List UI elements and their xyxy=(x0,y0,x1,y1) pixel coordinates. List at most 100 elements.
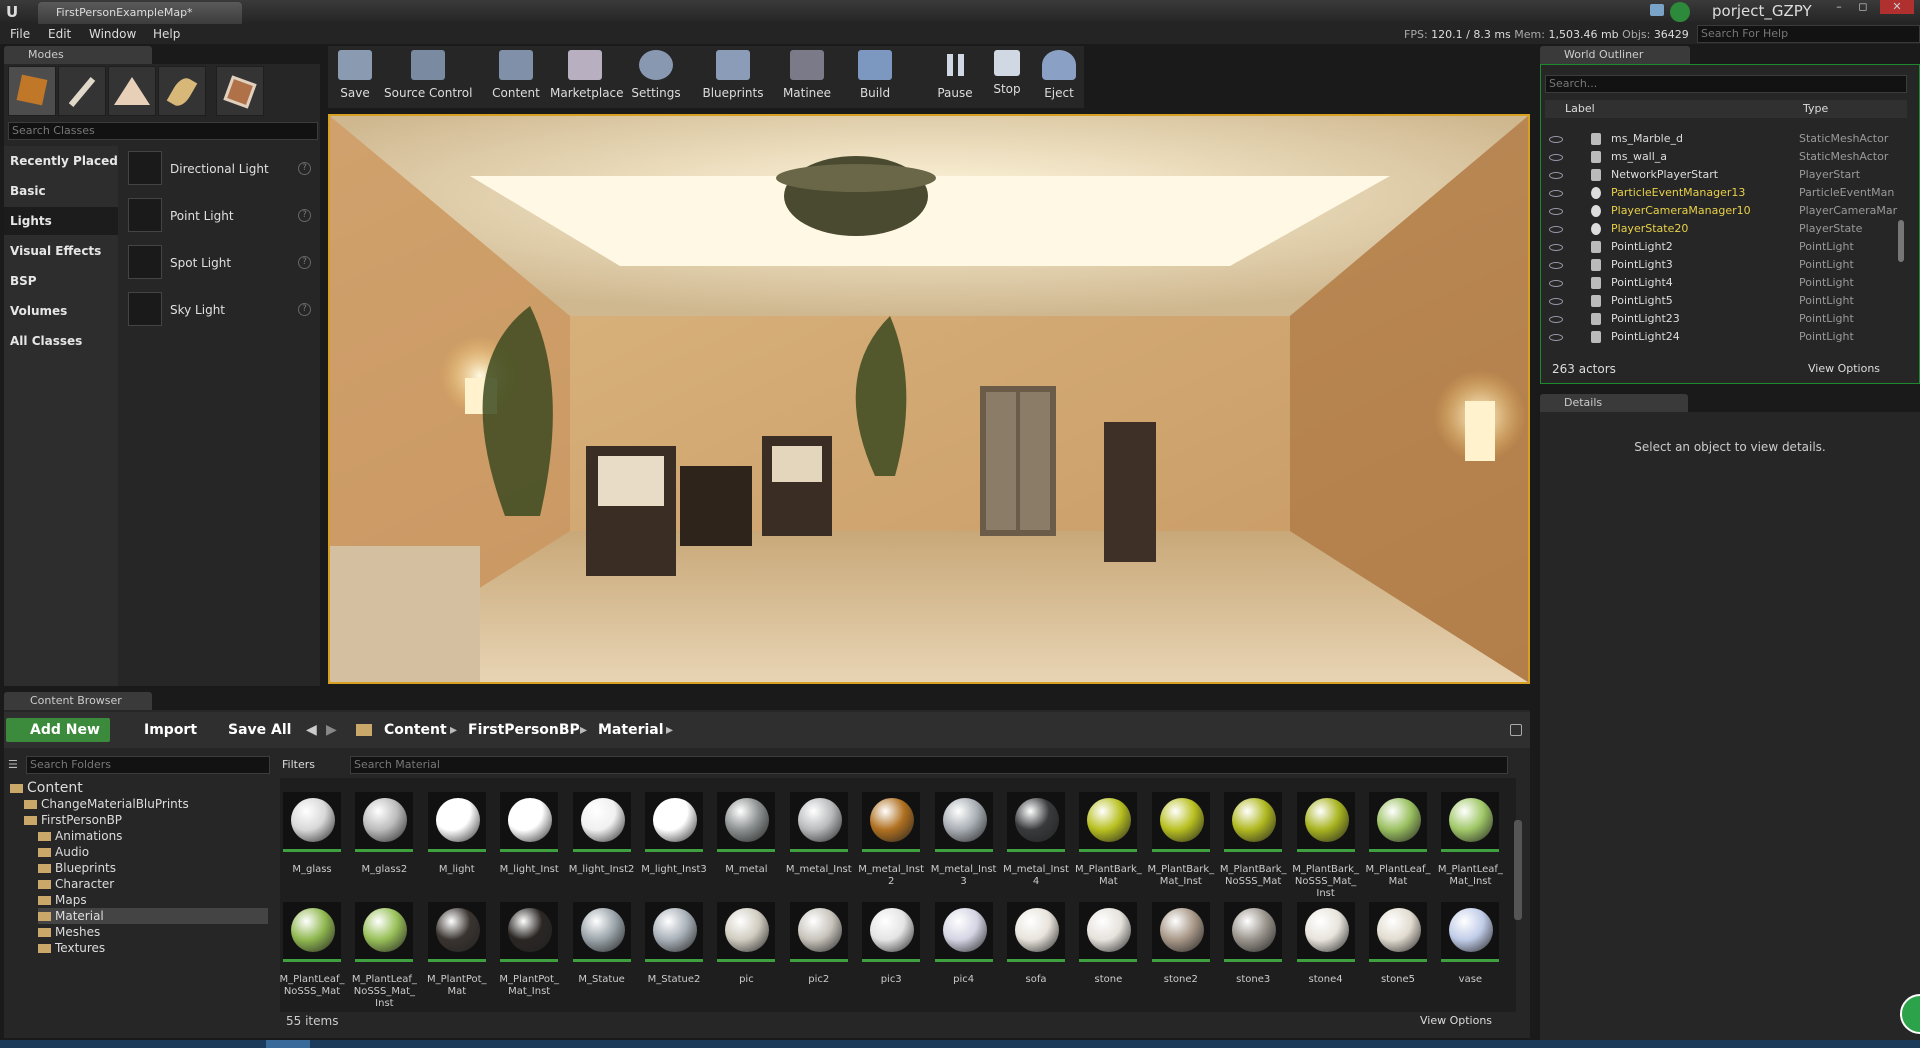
visibility-eye-icon[interactable] xyxy=(1549,172,1563,179)
category-bsp[interactable]: BSP xyxy=(4,267,118,295)
asset-tile[interactable]: M_PlantBark_ Mat xyxy=(1075,792,1142,900)
folder-item[interactable]: ChangeMaterialBluPrints xyxy=(24,796,268,812)
save-all-button[interactable]: Save All xyxy=(208,718,296,742)
point-light-item[interactable]: Point Light ? xyxy=(122,194,318,238)
asset-tile[interactable]: pic4 xyxy=(934,902,994,1010)
level-viewport[interactable] xyxy=(328,114,1530,684)
asset-tile[interactable]: stone xyxy=(1078,902,1138,1010)
visibility-eye-icon[interactable] xyxy=(1549,280,1563,287)
category-recently-placed[interactable]: Recently Placed xyxy=(4,147,118,175)
search-classes-input[interactable]: Search Classes xyxy=(8,122,318,140)
content-view-options[interactable]: View Options xyxy=(1420,1014,1492,1027)
folder-item[interactable]: Animations xyxy=(38,828,268,844)
visibility-eye-icon[interactable] xyxy=(1549,208,1563,215)
folder-item[interactable]: Blueprints xyxy=(38,860,268,876)
visibility-eye-icon[interactable] xyxy=(1549,136,1563,143)
outliner-row[interactable]: ms_Marble_d StaticMeshActor xyxy=(1545,130,1905,148)
stop-button[interactable]: Stop xyxy=(984,48,1030,106)
category-all-classes[interactable]: All Classes xyxy=(4,327,118,355)
asset-tile[interactable]: M_metal_Inst 4 xyxy=(1003,792,1069,900)
save-button[interactable]: Save xyxy=(332,48,378,106)
category-visual-effects[interactable]: Visual Effects xyxy=(4,237,118,265)
outliner-row[interactable]: PlayerState20 PlayerState xyxy=(1545,220,1905,238)
visibility-eye-icon[interactable] xyxy=(1549,244,1563,251)
spot-light-item[interactable]: Spot Light ? xyxy=(122,241,318,285)
outliner-row[interactable]: PointLight2 PointLight xyxy=(1545,238,1905,256)
map-tab[interactable]: FirstPersonExampleMap* xyxy=(38,2,242,24)
source-control-status-icon[interactable] xyxy=(1670,2,1690,22)
source-control-button[interactable]: Source Control xyxy=(384,48,472,106)
asset-tile[interactable]: M_light_Inst xyxy=(499,792,559,900)
asset-tile[interactable]: M_metal_Inst 2 xyxy=(858,792,924,900)
search-material-input[interactable]: Search Material xyxy=(350,756,1508,774)
folder-item[interactable]: Audio xyxy=(38,844,268,860)
asset-tile[interactable]: M_glass xyxy=(282,792,342,900)
breadcrumb-material[interactable]: Material xyxy=(598,718,664,742)
col-type[interactable]: Type xyxy=(1803,102,1828,115)
visibility-eye-icon[interactable] xyxy=(1549,226,1563,233)
asset-tile[interactable]: sofa xyxy=(1006,902,1066,1010)
asset-tile[interactable]: M_PlantBark_ Mat_Inst xyxy=(1147,792,1214,900)
tab-modes[interactable]: Modes xyxy=(4,46,152,64)
pause-button[interactable]: Pause xyxy=(932,48,978,106)
help-icon[interactable]: ? xyxy=(298,303,311,316)
asset-tile[interactable]: M_Statue2 xyxy=(644,902,704,1010)
landscape-mode-icon[interactable] xyxy=(108,66,156,116)
asset-tile[interactable]: stone4 xyxy=(1296,902,1356,1010)
chat-icon[interactable] xyxy=(1650,4,1664,16)
directional-light-item[interactable]: Directional Light ? xyxy=(122,147,318,191)
outliner-row[interactable]: PointLight24 PointLight xyxy=(1545,328,1905,346)
help-icon[interactable]: ? xyxy=(298,256,311,269)
place-mode-icon[interactable] xyxy=(8,66,56,116)
unreal-logo-icon[interactable]: U xyxy=(6,2,26,22)
breadcrumb-firstpersonbp[interactable]: FirstPersonBP xyxy=(468,718,580,742)
add-new-button[interactable]: Add New xyxy=(6,718,110,742)
tab-world-outliner[interactable]: World Outliner xyxy=(1540,46,1690,64)
outliner-row[interactable]: ParticleEventManager13 ParticleEventMan xyxy=(1545,184,1905,202)
forward-arrow-icon[interactable]: ▶ xyxy=(326,718,340,742)
visibility-eye-icon[interactable] xyxy=(1549,190,1563,197)
asset-tile[interactable]: M_light_Inst2 xyxy=(569,792,634,900)
build-button[interactable]: Build xyxy=(852,48,898,106)
folder-item[interactable]: Material xyxy=(38,908,268,924)
tab-content-browser[interactable]: Content Browser xyxy=(4,692,152,710)
asset-tile[interactable]: M_metal xyxy=(716,792,776,900)
paint-mode-icon[interactable] xyxy=(58,66,106,116)
search-folders-input[interactable]: Search Folders xyxy=(26,756,270,774)
visibility-eye-icon[interactable] xyxy=(1549,154,1563,161)
col-label[interactable]: Label xyxy=(1565,102,1595,115)
help-icon[interactable]: ? xyxy=(298,162,311,175)
settings-button[interactable]: Settings xyxy=(628,48,684,106)
asset-grid-scrollbar[interactable] xyxy=(1514,820,1522,920)
category-basic[interactable]: Basic xyxy=(4,177,118,205)
asset-tile[interactable]: pic xyxy=(716,902,776,1010)
asset-tile[interactable]: M_light xyxy=(427,792,487,900)
asset-tile[interactable]: M_PlantLeaf_ NoSSS_Mat xyxy=(280,902,345,1010)
asset-tile[interactable]: M_PlantBark_ NoSSS_Mat xyxy=(1220,792,1287,900)
asset-tile[interactable]: vase xyxy=(1440,902,1500,1010)
visibility-eye-icon[interactable] xyxy=(1549,262,1563,269)
asset-tile[interactable]: stone3 xyxy=(1223,902,1283,1010)
asset-tile[interactable]: M_PlantLeaf_ Mat xyxy=(1365,792,1431,900)
category-volumes[interactable]: Volumes xyxy=(4,297,118,325)
asset-tile[interactable]: M_PlantPot_ Mat xyxy=(427,902,487,1010)
folder-item[interactable]: FirstPersonBP xyxy=(24,812,268,828)
import-button[interactable]: Import xyxy=(124,718,200,742)
menu-edit[interactable]: Edit xyxy=(48,26,71,42)
sky-light-item[interactable]: Sky Light ? xyxy=(122,288,318,332)
marketplace-button[interactable]: Marketplace xyxy=(550,48,624,106)
taskbar-app[interactable] xyxy=(266,1040,310,1048)
help-icon[interactable]: ? xyxy=(298,209,311,222)
tab-details[interactable]: Details xyxy=(1540,394,1688,412)
menu-help[interactable]: Help xyxy=(153,26,180,42)
folder-item[interactable]: Maps xyxy=(38,892,268,908)
asset-tile[interactable]: M_Statue xyxy=(572,902,632,1010)
category-lights[interactable]: Lights xyxy=(4,207,118,235)
asset-tile[interactable]: M_metal_Inst 3 xyxy=(931,792,996,900)
asset-tile[interactable]: M_metal_Inst xyxy=(786,792,852,900)
outliner-row[interactable]: PointLight5 PointLight xyxy=(1545,292,1905,310)
asset-tile[interactable]: M_PlantLeaf_ Mat_Inst xyxy=(1438,792,1503,900)
outliner-row[interactable]: PointLight3 PointLight xyxy=(1545,256,1905,274)
asset-tile[interactable]: pic2 xyxy=(789,902,849,1010)
outliner-view-options[interactable]: View Options xyxy=(1808,362,1880,375)
